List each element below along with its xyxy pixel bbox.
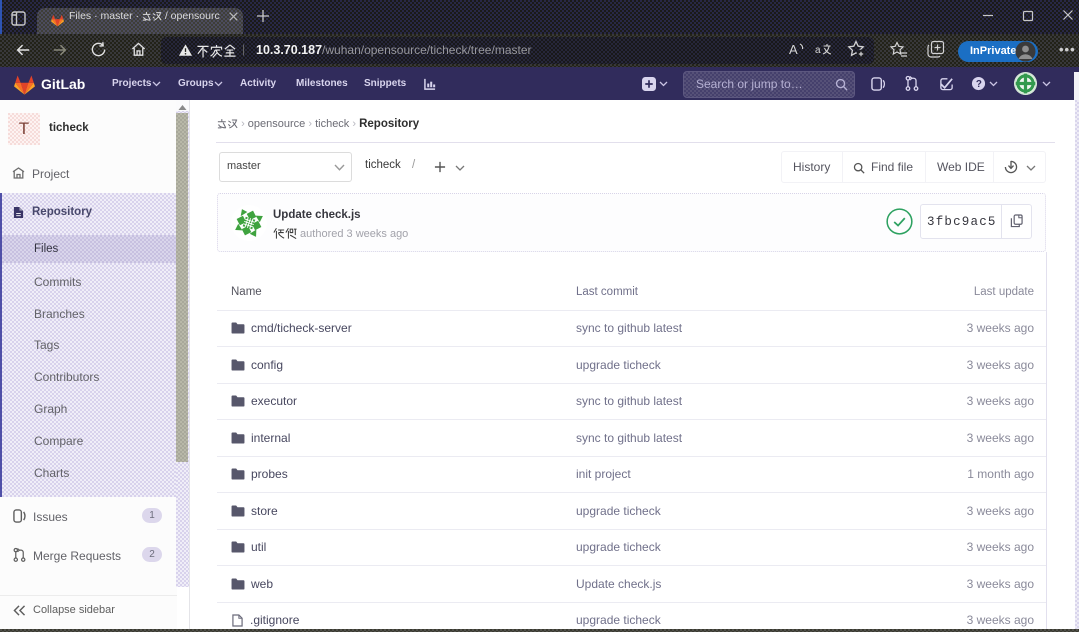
- svg-text:A: A: [789, 42, 798, 57]
- svg-text:?: ?: [976, 79, 982, 90]
- svg-text:a: a: [815, 45, 821, 56]
